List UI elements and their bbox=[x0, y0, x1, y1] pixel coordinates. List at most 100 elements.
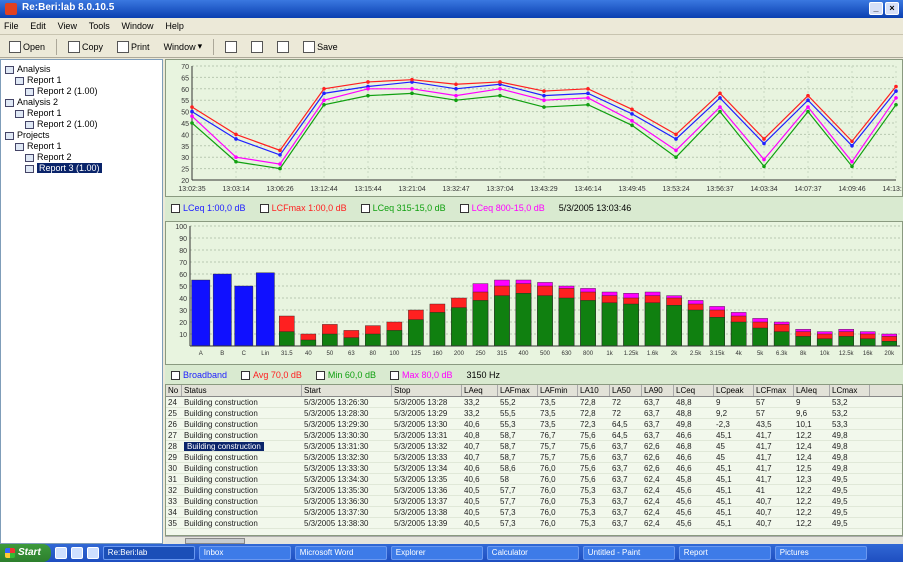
column-header[interactable]: LCeq bbox=[674, 385, 714, 396]
copy-button[interactable]: Copy bbox=[63, 39, 108, 55]
column-header[interactable]: LCpeak bbox=[714, 385, 754, 396]
checkbox-icon[interactable] bbox=[241, 371, 251, 381]
menu-window[interactable]: Window bbox=[122, 21, 154, 31]
table-row[interactable]: 26 Building construction 5/3/2005 13:29:30… bbox=[166, 419, 902, 430]
window-select[interactable]: Window ▾ bbox=[159, 39, 208, 55]
time-history-legend-item[interactable]: LCeq 315-15,0 dB bbox=[360, 203, 446, 214]
time-history-legend-item[interactable]: LCeq 1:00,0 dB bbox=[171, 203, 246, 214]
column-header[interactable]: LAIeq bbox=[794, 385, 830, 396]
series-point bbox=[454, 93, 458, 98]
checkbox-icon[interactable] bbox=[360, 204, 370, 214]
table-row[interactable]: 32 Building construction 5/3/2005 13:35:30… bbox=[166, 485, 902, 496]
tree-item[interactable]: Report 2 (1.00) bbox=[5, 119, 158, 130]
tree-item[interactable]: Analysis 2 bbox=[5, 97, 158, 108]
spectrum-legend-item[interactable]: Avg 70,0 dB bbox=[241, 370, 302, 381]
open-button[interactable]: Open bbox=[4, 39, 50, 55]
taskbar-task[interactable]: Explorer bbox=[390, 546, 483, 560]
column-header[interactable]: LA90 bbox=[642, 385, 674, 396]
column-header[interactable]: Status bbox=[182, 385, 302, 396]
taskbar-task[interactable]: Re:Beri:lab bbox=[102, 546, 195, 560]
column-header[interactable]: LA10 bbox=[578, 385, 610, 396]
spectrum-legend-item[interactable]: 3150 Hz bbox=[466, 370, 500, 380]
table-cell: Building construction bbox=[184, 453, 258, 462]
spectrum-legend-item[interactable]: Max 80,0 dB bbox=[389, 370, 452, 381]
table-row[interactable]: 34 Building construction 5/3/2005 13:37:30… bbox=[166, 507, 902, 518]
checkbox-icon[interactable] bbox=[259, 204, 269, 214]
column-header[interactable]: No bbox=[166, 385, 182, 396]
spectrum-chart[interactable]: 100 90 80 70 60 50 40 30 20 10 A B C Lin 31.5 40 50 63 80 1… bbox=[165, 221, 903, 365]
menu-view[interactable]: View bbox=[58, 21, 77, 31]
checkbox-icon[interactable] bbox=[459, 204, 469, 214]
spectrum-legend-item[interactable]: Min 60,0 dB bbox=[315, 370, 376, 381]
table-cell: 49,8 bbox=[832, 442, 848, 451]
quicklaunch-desktop-icon[interactable] bbox=[70, 547, 83, 559]
menu-help[interactable]: Help bbox=[165, 21, 184, 31]
taskbar-task[interactable]: Pictures bbox=[774, 546, 867, 560]
print-button[interactable]: Print bbox=[112, 39, 155, 55]
bar-2 bbox=[601, 302, 618, 347]
table-cell: 72 bbox=[612, 409, 621, 418]
column-header[interactable]: LAeq bbox=[462, 385, 498, 396]
taskbar-task[interactable]: Inbox bbox=[198, 546, 291, 560]
table-row[interactable]: 29 Building construction 5/3/2005 13:32:30… bbox=[166, 452, 902, 463]
zoom-in-button[interactable] bbox=[220, 39, 242, 55]
time-history-legend-item[interactable]: LCeq 800-15,0 dB bbox=[459, 203, 545, 214]
tree-item[interactable]: Analysis bbox=[5, 64, 158, 75]
tree-item[interactable]: Report 3 (1.00) bbox=[5, 163, 158, 174]
menu-file[interactable]: File bbox=[4, 21, 19, 31]
spectrum-legend-item[interactable]: Broadband bbox=[171, 370, 227, 381]
column-header[interactable]: LCmax bbox=[830, 385, 870, 396]
grid-button[interactable] bbox=[272, 39, 294, 55]
close-icon[interactable]: × bbox=[885, 2, 899, 15]
column-header[interactable]: LAFmin bbox=[538, 385, 578, 396]
x-tick-label: 63 bbox=[348, 351, 355, 357]
table-row[interactable]: 31 Building construction 5/3/2005 13:34:30… bbox=[166, 474, 902, 485]
time-history-legend-item[interactable]: 5/3/2005 13:03:46 bbox=[559, 203, 632, 213]
cursor-button[interactable] bbox=[246, 39, 268, 55]
table-row[interactable]: 24 Building construction 5/3/2005 13:26:30… bbox=[166, 397, 902, 408]
table-row[interactable]: 35 Building construction 5/3/2005 13:38:30… bbox=[166, 518, 902, 529]
table-row[interactable]: 27 Building construction 5/3/2005 13:30:30… bbox=[166, 430, 902, 441]
start-button[interactable]: Start bbox=[0, 544, 51, 562]
series-point bbox=[542, 105, 546, 109]
minimize-icon[interactable]: _ bbox=[869, 2, 883, 15]
column-header[interactable]: Start bbox=[302, 385, 392, 396]
results-table[interactable]: No Status Start Stop LAeq LAFmax LAFmin LA10 LA5… bbox=[165, 384, 903, 536]
save-button[interactable]: Save bbox=[298, 39, 343, 55]
menu-edit[interactable]: Edit bbox=[30, 21, 46, 31]
menu-tools[interactable]: Tools bbox=[89, 21, 110, 31]
table-row[interactable]: 25 Building construction 5/3/2005 13:28:30… bbox=[166, 408, 902, 419]
checkbox-icon[interactable] bbox=[389, 371, 399, 381]
table-cell: 40,7 bbox=[464, 453, 480, 462]
tree-item[interactable]: Report 1 bbox=[5, 75, 158, 86]
time-history-chart[interactable]: 70 65 60 55 50 45 40 35 30 25 20 13:02:35 13:03:14 13… bbox=[165, 59, 903, 197]
tree-item[interactable]: Report 1 bbox=[5, 108, 158, 119]
checkbox-icon[interactable] bbox=[171, 204, 180, 214]
checkbox-icon[interactable] bbox=[315, 371, 325, 381]
time-history-legend-item[interactable]: LCFmax 1:00,0 dB bbox=[259, 203, 347, 214]
table-cell: 40,5 bbox=[464, 486, 480, 495]
table-cell: 75,7 bbox=[540, 453, 556, 462]
window-titlebar[interactable]: Re:Beri:lab 8.0.10.5 _ × bbox=[0, 0, 903, 18]
project-tree[interactable]: Analysis Report 1 Report 2 (1.00) Analysis … bbox=[0, 59, 163, 544]
table-row[interactable]: 28 Building construction 5/3/2005 13:31:30… bbox=[166, 441, 902, 452]
taskbar-task[interactable]: Microsoft Word bbox=[294, 546, 387, 560]
quicklaunch-ie-icon[interactable] bbox=[54, 547, 67, 559]
tree-item[interactable]: Report 2 bbox=[5, 152, 158, 163]
column-header[interactable]: LAFmax bbox=[498, 385, 538, 396]
column-header[interactable]: Stop bbox=[392, 385, 462, 396]
tree-item[interactable]: Projects bbox=[5, 130, 158, 141]
column-header[interactable]: LA50 bbox=[610, 385, 642, 396]
tree-item[interactable]: Report 1 bbox=[5, 141, 158, 152]
checkbox-icon[interactable] bbox=[171, 371, 180, 381]
column-header[interactable]: LCFmax bbox=[754, 385, 794, 396]
table-row[interactable]: 30 Building construction 5/3/2005 13:33:30… bbox=[166, 463, 902, 474]
taskbar-task[interactable]: Report bbox=[678, 546, 771, 560]
series-point bbox=[322, 87, 326, 91]
taskbar-task[interactable]: Untitled - Paint bbox=[582, 546, 675, 560]
table-row[interactable]: 33 Building construction 5/3/2005 13:36:30… bbox=[166, 496, 902, 507]
taskbar-task[interactable]: Calculator bbox=[486, 546, 579, 560]
quicklaunch-media-icon[interactable] bbox=[86, 547, 99, 559]
tree-item[interactable]: Report 2 (1.00) bbox=[5, 86, 158, 97]
horizontal-scrollbar[interactable] bbox=[165, 536, 903, 544]
